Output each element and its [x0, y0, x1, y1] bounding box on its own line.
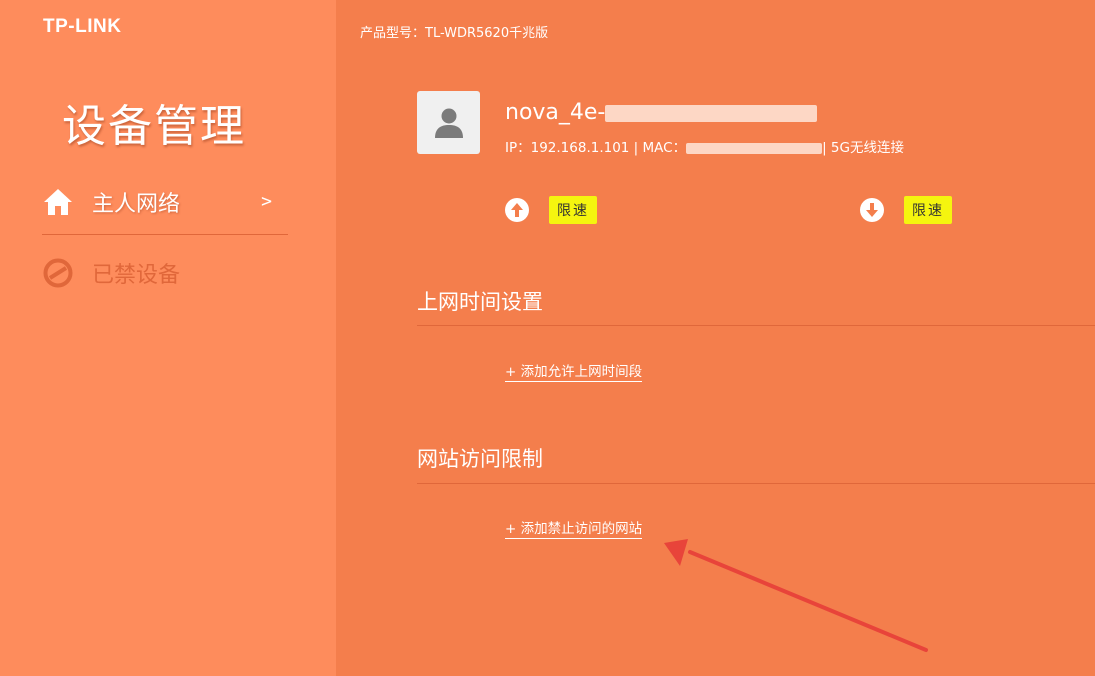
chevron-right-icon: >: [261, 191, 272, 212]
page-title: 设备管理: [62, 101, 246, 152]
add-blocked-site-link[interactable]: + 添加禁止访问的网站: [505, 517, 643, 539]
mac-prefix: | MAC：: [629, 140, 687, 156]
device-info: IP：192.168.1.101 | MAC： | 5G无线连接: [505, 136, 904, 156]
sidebar: TP-LINK 设备管理 主人网络 > 已禁设备: [0, 0, 336, 676]
ip-address: 192.168.1.101: [530, 140, 630, 156]
download-speed-control: 限速: [860, 196, 952, 224]
upload-speed-control: 限速: [505, 196, 597, 224]
ip-prefix: IP：: [505, 140, 531, 156]
redacted-mac: [686, 142, 823, 154]
download-arrow-icon: [860, 198, 884, 222]
prohibited-icon: [42, 257, 74, 289]
add-time-period-link[interactable]: + 添加允许上网时间段: [505, 360, 643, 382]
download-limit-button[interactable]: 限速: [904, 196, 952, 224]
sidebar-item-host-network[interactable]: 主人网络 >: [42, 182, 288, 222]
device-name: nova_4e-: [505, 100, 818, 125]
section-title-site: 网站访问限制: [417, 447, 543, 471]
redacted-name: [605, 104, 818, 122]
main-panel: 产品型号：TL-WDR5620千兆版 nova_4e- IP：192.168.1…: [336, 0, 1095, 676]
section-divider: [417, 325, 1095, 326]
sidebar-item-label: 已禁设备: [92, 263, 181, 288]
tp-link-logo: TP-LINK: [43, 16, 122, 37]
user-avatar-icon: [417, 91, 480, 154]
home-icon: [42, 186, 74, 218]
device-name-text: nova_4e-: [505, 100, 606, 125]
product-model: 产品型号：TL-WDR5620千兆版: [360, 26, 549, 41]
sidebar-item-blocked-devices[interactable]: 已禁设备: [42, 253, 288, 293]
sidebar-item-label: 主人网络: [92, 192, 181, 217]
connection-type: | 5G无线连接: [822, 140, 904, 156]
sidebar-divider: [42, 234, 288, 235]
section-divider: [417, 483, 1095, 484]
upload-arrow-icon: [505, 198, 529, 222]
section-title-time: 上网时间设置: [417, 290, 543, 314]
upload-limit-button[interactable]: 限速: [549, 196, 597, 224]
